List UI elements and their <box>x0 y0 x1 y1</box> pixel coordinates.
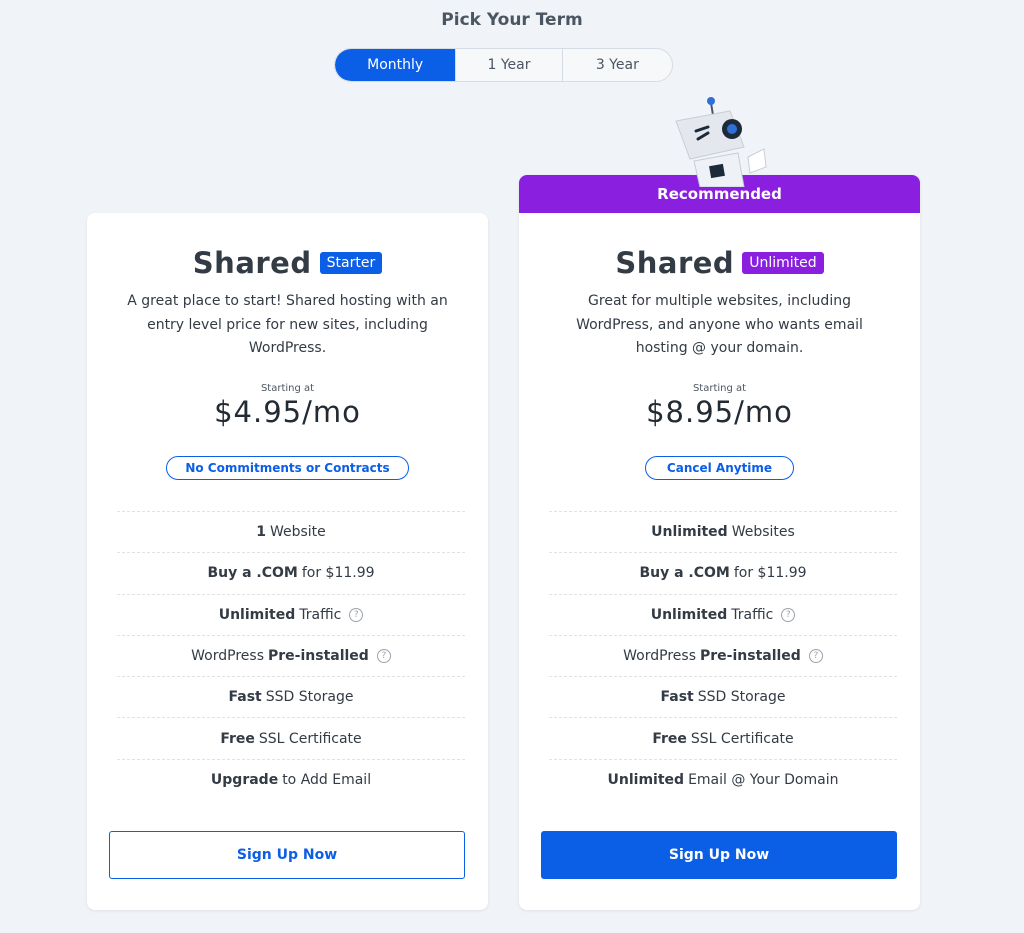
plan-name: Shared <box>192 246 312 280</box>
feature-highlight: Fast <box>228 689 262 706</box>
feature-item: Fast SSD Storage <box>549 676 897 717</box>
feature-item: WordPress Pre-installed? <box>117 634 465 676</box>
feature-item: Unlimited Traffic? <box>117 593 465 635</box>
page-title: Pick Your Term <box>441 10 583 30</box>
help-icon[interactable]: ? <box>376 649 391 664</box>
feature-text: Traffic <box>731 606 774 623</box>
feature-highlight: Buy a .COM <box>639 565 730 582</box>
feature-item: Fast SSD Storage <box>117 676 465 717</box>
feature-highlight: Unlimited <box>607 771 685 788</box>
term-toggle: Monthly 1 Year 3 Year <box>334 48 673 82</box>
feature-text: SSL Certificate <box>690 730 794 747</box>
feature-text: for $11.99 <box>301 565 375 582</box>
feature-list: Unlimited Websites Buy a .COM for $11.99 Unl… <box>549 511 897 800</box>
starting-at-label: Starting at <box>692 383 747 394</box>
feature-item: Buy a .COM for $11.99 <box>549 552 897 593</box>
sign-up-button[interactable]: Sign Up Now <box>541 831 897 879</box>
feature-text: Website <box>269 524 326 541</box>
robot-mascot-icon <box>675 97 767 187</box>
feature-text: for $11.99 <box>733 565 807 582</box>
feature-text: Websites <box>731 524 795 541</box>
feature-item: Free SSL Certificate <box>117 717 465 758</box>
feature-item: 1 Website <box>117 511 465 552</box>
feature-highlight: Free <box>652 730 687 747</box>
feature-text: SSL Certificate <box>258 730 362 747</box>
feature-text: to Add Email <box>282 771 372 788</box>
feature-text: SSD Storage <box>697 689 786 706</box>
plan-description: A great place to start! Shared hosting w… <box>127 293 448 356</box>
feature-highlight: Fast <box>660 689 694 706</box>
feature-item: Unlimited Traffic? <box>549 593 897 635</box>
feature-highlight: Pre-installed <box>700 648 801 665</box>
feature-highlight: Pre-installed <box>268 648 369 665</box>
feature-highlight: 1 <box>256 524 266 541</box>
feature-item: Free SSL Certificate <box>549 717 897 758</box>
feature-list: 1 Website Buy a .COM for $11.99 Unlimited Tra… <box>117 511 465 800</box>
plan-description: Great for multiple websites, including W… <box>576 293 863 356</box>
sign-up-button[interactable]: Sign Up Now <box>109 831 465 879</box>
term-option-3-year[interactable]: 3 Year <box>561 49 672 81</box>
plan-price: $4.95/mo <box>214 395 361 429</box>
feature-item: Unlimited Email @ Your Domain <box>549 758 897 800</box>
feature-item: Upgrade to Add Email <box>117 758 465 800</box>
feature-highlight: Free <box>220 730 255 747</box>
plan-tag: Unlimited <box>742 252 824 274</box>
plan-card-unlimited: Recommended Shared Unlimited Great for m… <box>519 175 920 910</box>
help-icon[interactable]: ? <box>781 607 796 622</box>
term-option-1-year[interactable]: 1 Year <box>455 49 561 81</box>
feature-highlight: Upgrade <box>210 771 279 788</box>
feature-highlight: Unlimited <box>650 606 728 623</box>
term-option-monthly[interactable]: Monthly <box>335 49 456 81</box>
feature-text: WordPress <box>623 648 696 665</box>
commitment-badge: No Commitments or Contracts <box>166 456 409 480</box>
feature-text: SSD Storage <box>265 689 354 706</box>
plan-name: Shared <box>615 246 735 280</box>
feature-text: Email @ Your Domain <box>688 771 839 788</box>
starting-at-label: Starting at <box>260 383 315 394</box>
plan-title: Shared Unlimited <box>519 246 920 280</box>
feature-text: WordPress <box>191 648 264 665</box>
help-icon[interactable]: ? <box>808 649 823 664</box>
plan-title: Shared Starter <box>87 246 488 280</box>
feature-item: Unlimited Websites <box>549 511 897 552</box>
feature-highlight: Unlimited <box>651 524 728 541</box>
plan-card-starter: Shared Starter A great place to start! S… <box>87 213 488 910</box>
feature-highlight: Buy a .COM <box>207 565 298 582</box>
help-icon[interactable]: ? <box>349 607 364 622</box>
feature-item: WordPress Pre-installed? <box>549 634 897 676</box>
cancel-anytime-badge: Cancel Anytime <box>645 456 794 480</box>
feature-text: Traffic <box>299 606 342 623</box>
plan-tag: Starter <box>319 252 383 274</box>
feature-item: Buy a .COM for $11.99 <box>117 552 465 593</box>
plan-price: $8.95/mo <box>646 395 793 429</box>
feature-highlight: Unlimited <box>218 606 296 623</box>
